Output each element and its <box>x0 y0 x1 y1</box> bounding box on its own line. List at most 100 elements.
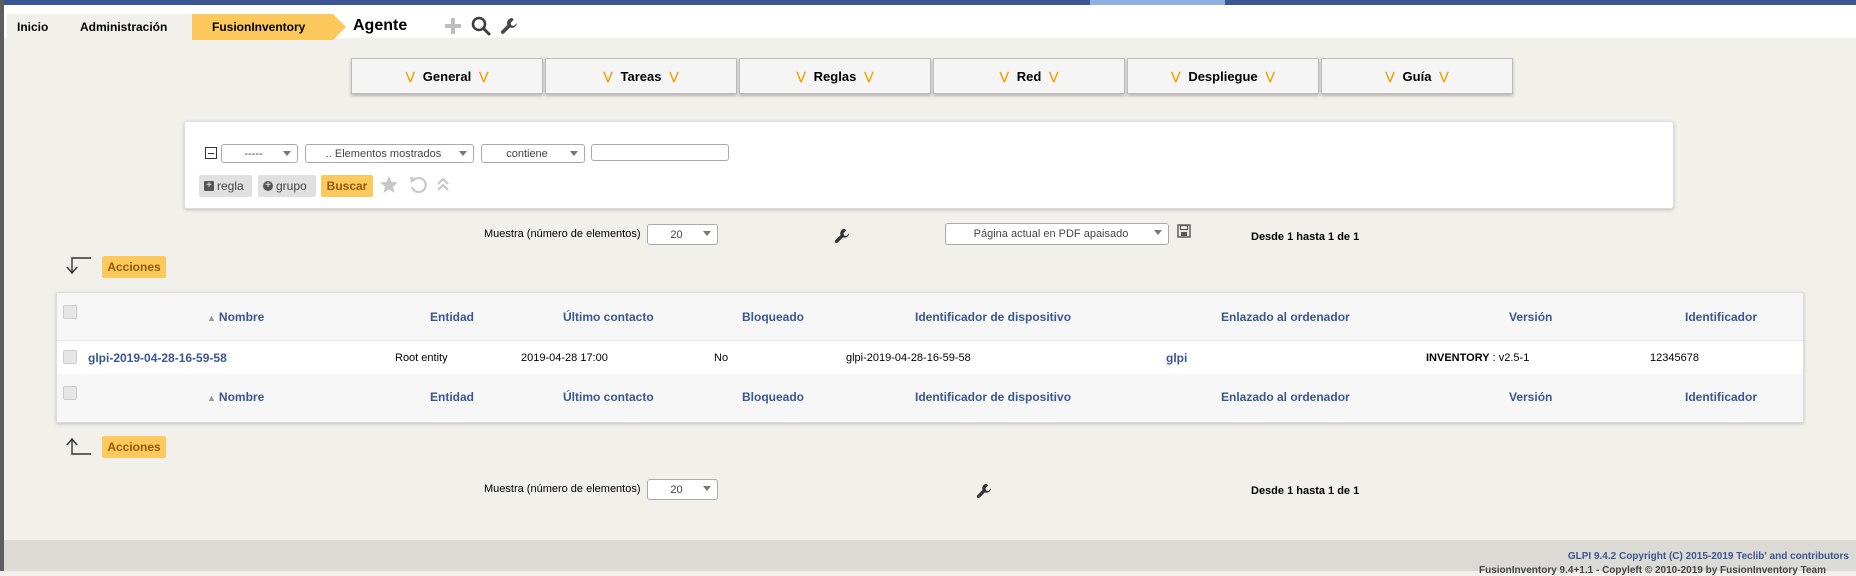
config-button[interactable] <box>498 15 520 37</box>
page-size-value: 20 <box>670 228 683 241</box>
select-all-checkbox[interactable] <box>63 305 77 319</box>
chevron-down-icon: ⋁ <box>405 70 415 83</box>
column-header-version[interactable]: Versión <box>1509 310 1552 324</box>
menu-tab-general[interactable]: ⋁ General ⋁ <box>351 58 543 94</box>
table-footer-row: ▲ Nombre Entidad Último contacto Bloquead… <box>57 374 1803 421</box>
menu-tab-label: General <box>422 68 472 84</box>
menu-tab-label: Red <box>1016 68 1042 84</box>
plus-square-icon: + <box>204 181 214 191</box>
menu-tab-label: Tareas <box>620 68 662 84</box>
agent-linked-computer-link[interactable]: glpi <box>1166 351 1187 365</box>
column-header-locked[interactable]: Bloqueado <box>742 310 804 324</box>
display-options-button[interactable] <box>834 228 850 244</box>
agent-entity: Root entity <box>395 352 448 364</box>
dropdown-arrow-icon <box>703 231 711 236</box>
breadcrumb-admin-label: Administración <box>80 20 168 34</box>
reset-search-button[interactable] <box>408 175 428 195</box>
header-bar: Inicio Administración FusionInventory Ag… <box>4 5 1856 40</box>
page-size-value-bottom: 20 <box>670 483 683 496</box>
column-header-entity[interactable]: Entidad <box>430 310 474 324</box>
column-footer-name[interactable]: ▲ Nombre <box>207 390 264 404</box>
chevron-down-icon: ⋁ <box>1439 70 1449 83</box>
column-footer-linked-computer[interactable]: Enlazado al ordenador <box>1221 390 1350 404</box>
column-header-name[interactable]: ▲ Nombre <box>207 310 264 324</box>
chevron-down-icon: ⋁ <box>1049 70 1059 83</box>
column-header-last-contact[interactable]: Último contacto <box>563 310 654 324</box>
add-rule-label: regla <box>217 179 244 193</box>
menu-tab-label: Reglas <box>813 68 857 84</box>
search-criteria-panel: ----- .. Elementos mostrados contiene + r… <box>184 121 1674 209</box>
agent-version-value: : v2.5-1 <box>1492 352 1530 364</box>
display-options-button-bottom[interactable] <box>976 483 992 499</box>
column-footer-entity[interactable]: Entidad <box>430 390 474 404</box>
menu-tab-tareas[interactable]: ⋁ Tareas ⋁ <box>545 58 737 94</box>
wrench-icon <box>500 18 517 34</box>
save-search-button[interactable] <box>379 175 399 195</box>
agent-version-module: INVENTORY <box>1426 352 1490 364</box>
add-button[interactable] <box>442 15 464 37</box>
menu-tab-guia[interactable]: ⋁ Guía ⋁ <box>1321 58 1513 94</box>
criteria-logic-value: ----- <box>244 147 263 160</box>
column-header-label: Nombre <box>218 310 265 324</box>
column-header-linked-computer[interactable]: Enlazado al ordenador <box>1221 310 1350 324</box>
column-footer-last-contact[interactable]: Último contacto <box>563 390 654 404</box>
chevron-down-icon: ⋁ <box>796 70 806 83</box>
criteria-operator-select[interactable]: contiene <box>481 144 585 163</box>
criteria-field-select[interactable]: .. Elementos mostrados <box>305 144 474 163</box>
remove-criterion-button[interactable] <box>205 147 217 159</box>
save-icon <box>1177 224 1191 238</box>
chevron-down-icon: ⋁ <box>1385 70 1395 83</box>
export-button[interactable] <box>1177 224 1191 238</box>
add-rule-button[interactable]: + regla <box>199 175 252 197</box>
glpi-copyright-link[interactable]: GLPI 9.4.2 Copyright (C) 2015-2019 Tecli… <box>1568 551 1849 562</box>
collapse-search-button[interactable] <box>435 175 451 195</box>
column-footer-version[interactable]: Versión <box>1509 390 1552 404</box>
breadcrumb-fusioninventory[interactable]: FusionInventory <box>192 14 346 40</box>
actions-button-top[interactable]: Acciones <box>102 256 166 278</box>
dropdown-arrow-icon <box>703 486 711 491</box>
breadcrumb-plugin-label: FusionInventory <box>212 20 306 34</box>
page-title: Agente <box>353 17 408 34</box>
add-group-label: grupo <box>276 179 307 193</box>
menu-tab-despliegue[interactable]: ⋁ Despliegue ⋁ <box>1127 58 1319 94</box>
criteria-logic-select[interactable]: ----- <box>221 144 298 163</box>
column-header-device-id[interactable]: Identificador de dispositivo <box>915 310 1071 324</box>
page-size-label: Muestra (número de elementos) <box>484 228 641 240</box>
dropdown-arrow-icon <box>283 151 291 156</box>
breadcrumb-administration[interactable]: Administración <box>62 14 213 40</box>
menu-tab-reglas[interactable]: ⋁ Reglas ⋁ <box>739 58 931 94</box>
agent-name-link[interactable]: glpi-2019-04-28-16-59-58 <box>88 351 227 365</box>
export-format-select[interactable]: Página actual en PDF apaisado <box>945 223 1169 245</box>
page-size-select[interactable]: 20 <box>647 224 718 245</box>
add-group-button[interactable]: + grupo <box>258 175 316 197</box>
search-submit-button[interactable]: Buscar <box>321 175 373 197</box>
agents-table: ▲ Nombre Entidad Último contacto Bloquead… <box>56 292 1804 423</box>
plus-circle-icon: + <box>263 181 273 191</box>
column-footer-identifier[interactable]: Identificador <box>1685 390 1757 404</box>
wrench-icon <box>834 228 850 244</box>
breadcrumb-home-label: Inicio <box>17 20 49 34</box>
chevron-down-icon: ⋁ <box>479 70 489 83</box>
page-size-select-bottom[interactable]: 20 <box>647 479 718 500</box>
criteria-value-input[interactable] <box>591 144 729 161</box>
column-footer-locked[interactable]: Bloqueado <box>742 390 804 404</box>
dropdown-arrow-icon <box>459 151 467 156</box>
sort-asc-icon: ▲ <box>207 393 216 403</box>
search-button[interactable] <box>470 15 492 37</box>
double-chevron-up-icon <box>437 177 449 191</box>
select-all-checkbox-bottom[interactable] <box>63 386 77 400</box>
table-row: glpi-2019-04-28-16-59-58 Root entity 201… <box>57 340 1803 375</box>
minus-icon <box>208 152 214 154</box>
chevron-down-icon: ⋁ <box>669 70 679 83</box>
agent-identifier: 12345678 <box>1650 352 1699 364</box>
actions-button-bottom[interactable]: Acciones <box>102 436 166 458</box>
menu-tab-label: Despliegue <box>1188 68 1258 84</box>
result-range-label: Desde 1 hasta 1 de 1 <box>1251 231 1360 243</box>
page-footer: GLPI 9.4.2 Copyright (C) 2015-2019 Tecli… <box>4 540 1856 576</box>
menu-tab-red[interactable]: ⋁ Red ⋁ <box>933 58 1125 94</box>
row-checkbox[interactable] <box>63 350 77 364</box>
column-footer-device-id[interactable]: Identificador de dispositivo <box>915 390 1071 404</box>
arrow-down-left-icon <box>64 256 92 276</box>
column-header-identifier[interactable]: Identificador <box>1685 310 1757 324</box>
breadcrumb-home[interactable]: Inicio <box>7 14 74 40</box>
